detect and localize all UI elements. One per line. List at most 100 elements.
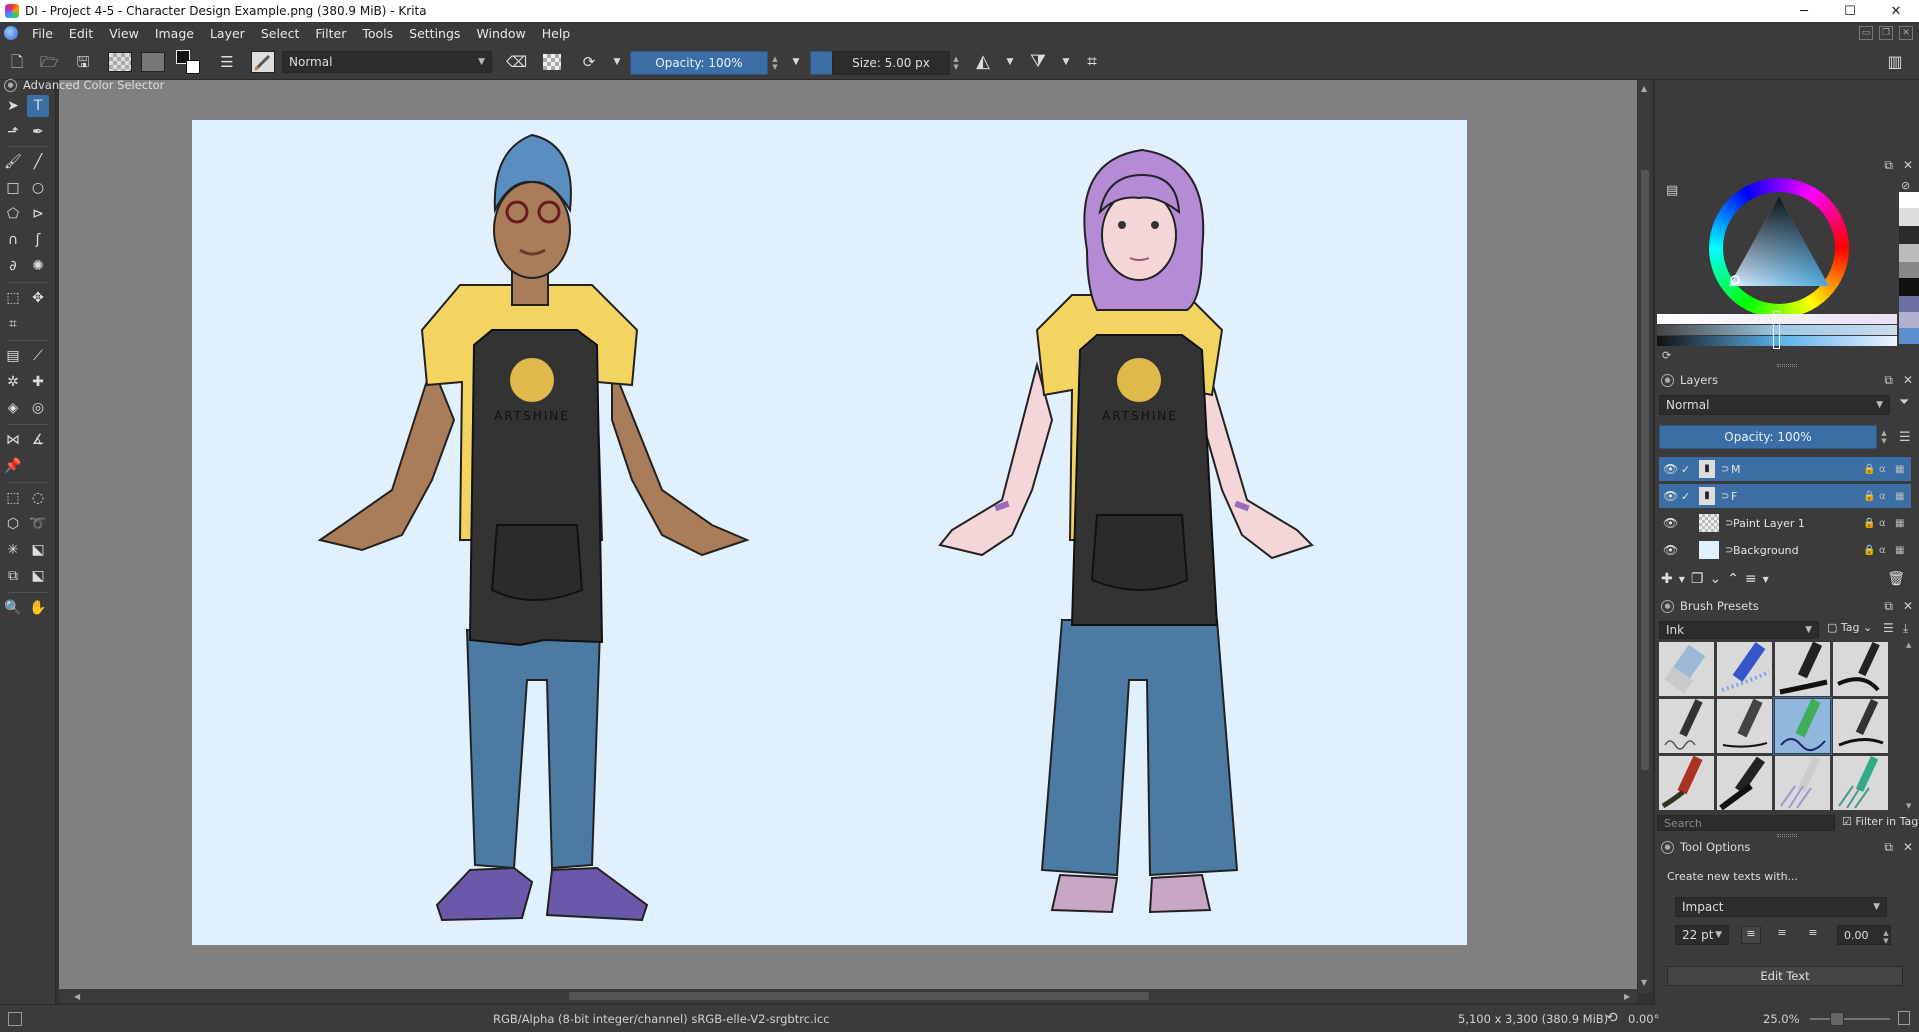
- measure-tool-icon[interactable]: ∡: [27, 429, 49, 451]
- lock-layer-icon[interactable]: 🔒: [1863, 464, 1879, 475]
- mirror-horizontal-icon[interactable]: ◭: [974, 53, 992, 71]
- scroll-down-icon[interactable]: ▼: [1906, 802, 1911, 810]
- tag-button[interactable]: ▢ Tag ⌄: [1827, 621, 1872, 634]
- ellipse-tool-icon[interactable]: ○: [27, 177, 49, 199]
- magnetic-selection-tool-icon[interactable]: ⬕: [27, 565, 49, 587]
- brush-tag-select[interactable]: Ink ▼: [1659, 621, 1819, 639]
- hue-ring[interactable]: [1709, 178, 1849, 318]
- delete-layer-icon[interactable]: 🗑: [1887, 571, 1905, 587]
- align-center-icon[interactable]: ≡: [1772, 926, 1792, 944]
- color-sampler-tool-icon[interactable]: ⟋: [27, 345, 49, 367]
- layer-opacity-slider[interactable]: Opacity: 100%: [1659, 425, 1877, 449]
- visibility-eye-icon[interactable]: 👁: [1663, 462, 1681, 476]
- visibility-eye-icon[interactable]: 👁: [1663, 489, 1681, 503]
- scroll-right-icon[interactable]: ▶: [1624, 992, 1630, 1001]
- menu-edit[interactable]: Edit: [61, 26, 101, 41]
- bezier-curve-tool-icon[interactable]: ∩: [2, 229, 24, 251]
- similar-color-selection-tool-icon[interactable]: ⬕: [27, 539, 49, 561]
- layer-opacity-spinner[interactable]: ▲ ▼: [1879, 429, 1889, 445]
- brush-preset-round-brush[interactable]: [1716, 755, 1773, 811]
- maximize-button[interactable]: ☐: [1827, 0, 1873, 22]
- menu-filter[interactable]: Filter: [307, 26, 354, 41]
- filter-in-tag-checkbox[interactable]: ☑ Filter in Tag: [1842, 815, 1918, 828]
- brush-preset-fineliner[interactable]: [1658, 698, 1715, 754]
- image-canvas[interactable]: ARTSHINE ARTSHINE: [192, 120, 1467, 945]
- reference-images-tool-icon[interactable]: 📌: [2, 455, 24, 477]
- inherit-alpha-icon[interactable]: ▦: [1895, 464, 1911, 475]
- inherit-alpha-icon[interactable]: ▦: [1895, 518, 1911, 529]
- edit-text-button[interactable]: Edit Text: [1667, 966, 1903, 986]
- horizontal-scroll-thumb[interactable]: [569, 992, 1149, 1000]
- scroll-down-icon[interactable]: ▼: [1641, 978, 1649, 987]
- freehand-path-tool-icon[interactable]: ʃ: [27, 229, 49, 251]
- layer-row[interactable]: 👁 ✓ ▮ ⊃ F 🔒 α ▦: [1659, 484, 1911, 508]
- add-layer-icon[interactable]: ✚: [1661, 571, 1673, 587]
- font-size-select[interactable]: 22 pt ▼: [1675, 925, 1729, 945]
- blend-mode-select[interactable]: Normal ▼: [282, 51, 492, 73]
- zoom-slider[interactable]: [1810, 1018, 1890, 1020]
- opacity-slider[interactable]: Opacity: 100%: [630, 51, 768, 75]
- lock-icon[interactable]: ●: [1661, 599, 1674, 613]
- zoom-fit-icon[interactable]: [1898, 1011, 1910, 1025]
- enclose-fill-tool-icon[interactable]: ◎: [27, 397, 49, 419]
- menu-file[interactable]: File: [24, 26, 61, 41]
- align-left-icon[interactable]: ≡: [1741, 926, 1761, 944]
- brush-preset-selected[interactable]: [1773, 697, 1832, 755]
- duplicate-layer-icon[interactable]: ❐: [1691, 571, 1704, 587]
- vertical-scroll-thumb[interactable]: [1641, 170, 1649, 770]
- mdi-close-icon[interactable]: ✕: [1899, 26, 1913, 40]
- bezier-selection-tool-icon[interactable]: ⧉: [2, 565, 24, 587]
- calligraphy-tool-icon[interactable]: ✒: [27, 121, 49, 143]
- alpha-lock-icon[interactable]: α: [1879, 491, 1895, 502]
- no-color-icon[interactable]: ⊘: [1901, 179, 1910, 192]
- brush-preset-ink-brush[interactable]: [1832, 641, 1889, 697]
- image-dimensions-text[interactable]: 5,100 x 3,300 (380.9 MiB): [1458, 1012, 1608, 1026]
- lock-icon[interactable]: ●: [1661, 840, 1674, 854]
- layer-row[interactable]: 👁 ⊃ Paint Layer 1 🔒 α ▦: [1659, 511, 1911, 535]
- alpha-lock-icon[interactable]: α: [1879, 518, 1895, 529]
- eraser-mode-icon[interactable]: ⌫: [506, 53, 527, 71]
- color-selector-settings-icon[interactable]: ▤: [1666, 183, 1678, 198]
- line-tool-icon[interactable]: ╱: [27, 151, 49, 173]
- workspace-chooser-icon[interactable]: ▥: [1886, 53, 1904, 71]
- brush-preset-icon[interactable]: [251, 51, 275, 73]
- horizontal-scrollbar[interactable]: ◀ ▶: [59, 989, 1637, 1003]
- size-slider-fill[interactable]: [810, 51, 832, 75]
- size-spinner[interactable]: ▲ ▼: [951, 55, 961, 71]
- menu-window[interactable]: Window: [468, 26, 533, 41]
- reload-preset-icon[interactable]: ⟳: [580, 53, 598, 71]
- inherit-alpha-icon[interactable]: ▦: [1895, 545, 1911, 556]
- scroll-up-icon[interactable]: ▲: [1641, 84, 1649, 93]
- layer-blend-mode-select[interactable]: Normal ▼: [1659, 395, 1890, 415]
- menu-layer[interactable]: Layer: [202, 26, 253, 41]
- rectangular-selection-tool-icon[interactable]: ⬚: [2, 487, 24, 509]
- close-docker-icon[interactable]: ✕: [1903, 373, 1913, 388]
- refresh-icon[interactable]: ⟳: [1662, 349, 1671, 362]
- brush-preset-eraser[interactable]: [1658, 641, 1715, 697]
- krita-menu-icon[interactable]: [4, 26, 18, 40]
- mdi-minimize-icon[interactable]: ▭: [1859, 26, 1873, 40]
- minimize-button[interactable]: ─: [1781, 0, 1827, 22]
- move-layer-down-icon[interactable]: ⌄: [1709, 571, 1721, 587]
- lock-icon[interactable]: ●: [4, 78, 17, 92]
- layer-row[interactable]: 👁 ✓ ▮ ⊃ M 🔒 α ▦: [1659, 457, 1911, 481]
- contiguous-selection-tool-icon[interactable]: ✳: [2, 539, 24, 561]
- text-tool-icon[interactable]: T: [27, 95, 49, 117]
- freehand-brush-tool-icon[interactable]: 🖌: [2, 151, 24, 173]
- close-docker-icon[interactable]: ✕: [1903, 840, 1913, 855]
- wrap-around-icon[interactable]: ⌗: [1083, 53, 1101, 71]
- polygon-tool-icon[interactable]: ⬠: [2, 203, 24, 225]
- zoom-slider-handle[interactable]: [1830, 1012, 1844, 1026]
- inherit-alpha-icon[interactable]: ▦: [1895, 491, 1911, 502]
- import-brushes-icon[interactable]: ⤓: [1903, 621, 1908, 636]
- lock-layer-icon[interactable]: 🔒: [1863, 545, 1879, 556]
- float-docker-icon[interactable]: ⧉: [1884, 373, 1893, 388]
- close-window-button[interactable]: ✕: [1873, 0, 1919, 22]
- freehand-selection-tool-icon[interactable]: ➰: [27, 513, 49, 535]
- lock-icon[interactable]: ●: [1661, 373, 1674, 387]
- alpha-lock-icon[interactable]: α: [1879, 464, 1895, 475]
- gradient-swatch[interactable]: [108, 52, 132, 72]
- polygonal-selection-tool-icon[interactable]: ⬡: [2, 513, 24, 535]
- layer-checkbox-icon[interactable]: ✓: [1681, 463, 1699, 476]
- open-document-icon[interactable]: 🗁: [40, 53, 59, 71]
